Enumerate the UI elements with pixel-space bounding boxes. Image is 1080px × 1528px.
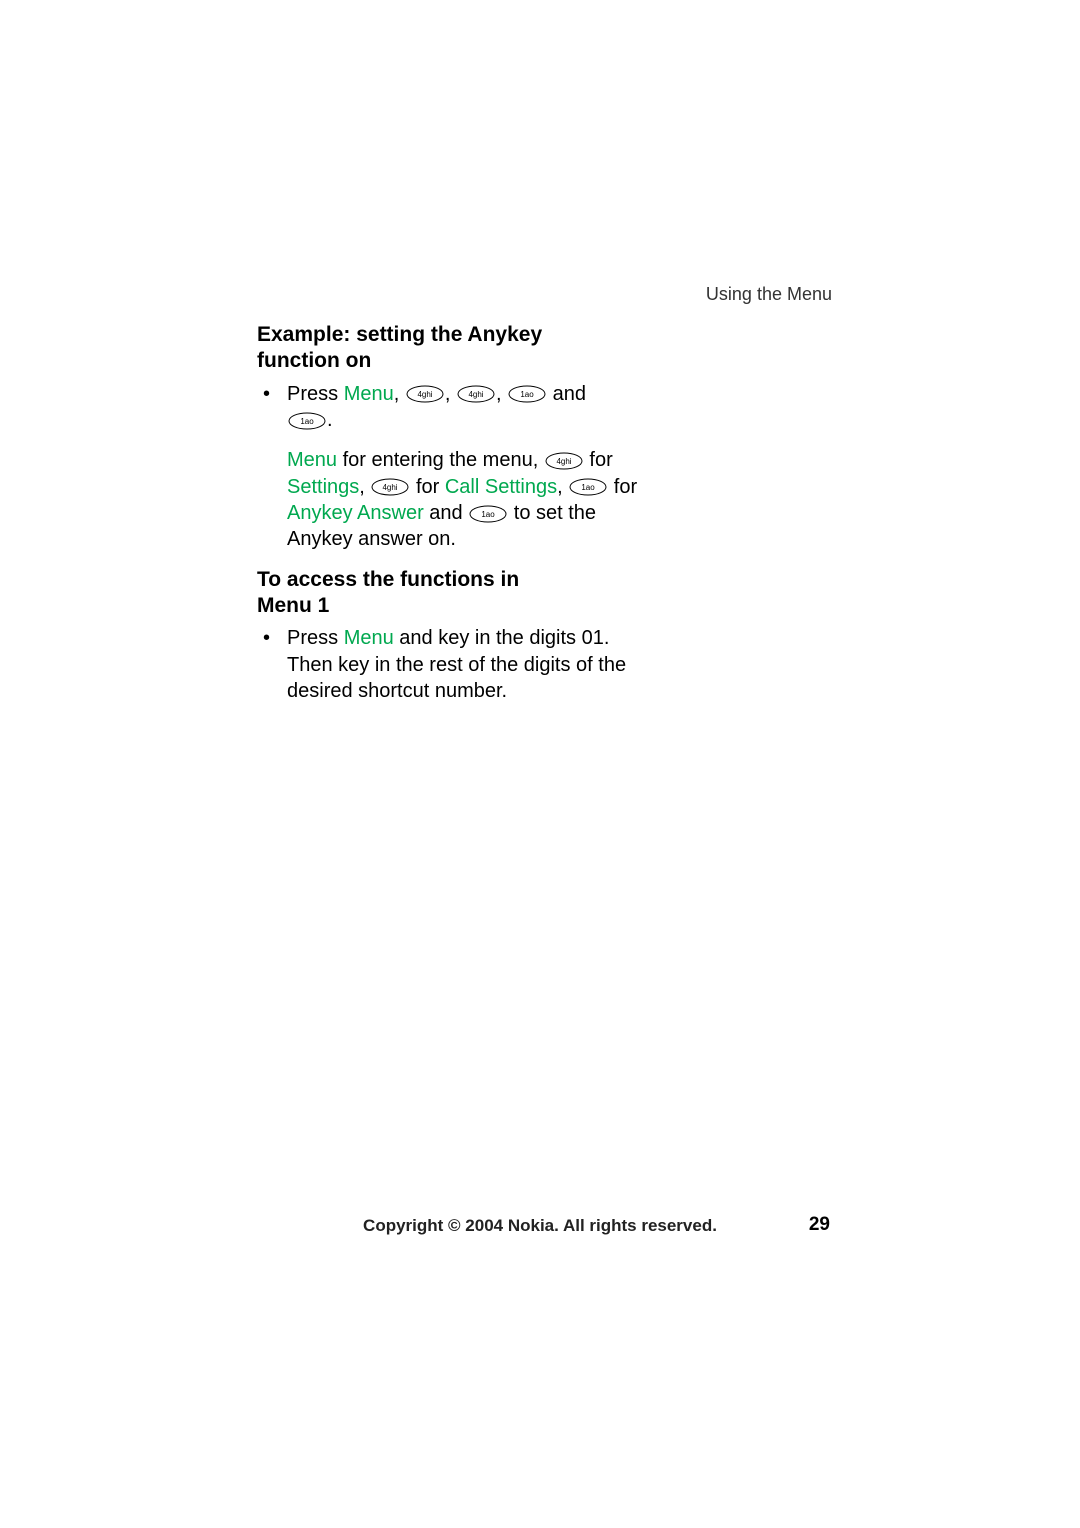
footer-copyright: Copyright © 2004 Nokia. All rights reser…: [0, 1216, 1080, 1236]
example-bullet-item: Press Menu, 4ghi, 4ghi, 1ao and 1ao.: [257, 381, 647, 434]
menu-label: Menu: [344, 383, 394, 405]
key-1-icon: 1ao: [288, 413, 326, 429]
key-4-icon: 4ghi: [371, 479, 409, 495]
access-bullet-list: Press Menu and key in the digits 01. The…: [257, 625, 647, 704]
access-heading-line2: Menu 1: [257, 594, 329, 617]
text-t6: for: [608, 476, 637, 498]
svg-text:1ao: 1ao: [300, 417, 314, 426]
svg-text:4ghi: 4ghi: [417, 390, 432, 399]
example-heading-line2: function on: [257, 349, 371, 372]
content-column: Example: setting the Anykey function on …: [257, 322, 647, 713]
key-4-icon: 4ghi: [406, 386, 444, 402]
page: Using the Menu Example: setting the Anyk…: [0, 0, 1080, 1528]
key-1-icon: 1ao: [569, 479, 607, 495]
settings-label: Settings: [287, 476, 359, 498]
svg-text:1ao: 1ao: [520, 390, 534, 399]
menu-label: Menu: [287, 449, 337, 471]
text-sep3: ,: [496, 383, 507, 405]
svg-text:4ghi: 4ghi: [468, 390, 483, 399]
key-4-icon: 4ghi: [545, 453, 583, 469]
header-section-title: Using the Menu: [706, 284, 832, 305]
call-settings-label: Call Settings: [445, 476, 557, 498]
access-bullet-item: Press Menu and key in the digits 01. The…: [257, 625, 647, 704]
text-press: Press: [287, 383, 344, 405]
text-t2: for: [589, 449, 612, 471]
key-4-icon: 4ghi: [457, 386, 495, 402]
access-heading-line1: To access the functions in: [257, 568, 519, 591]
text-period: .: [327, 409, 333, 431]
svg-text:4ghi: 4ghi: [383, 483, 398, 492]
menu-label: Menu: [344, 627, 394, 649]
svg-text:1ao: 1ao: [482, 510, 496, 519]
explanation-block: Menu for entering the menu, 4ghi for Set…: [257, 447, 647, 553]
text-and: and: [547, 383, 586, 405]
text-t7: and: [424, 502, 468, 524]
svg-text:1ao: 1ao: [582, 483, 596, 492]
text-t5: ,: [557, 476, 568, 498]
key-1-icon: 1ao: [508, 386, 546, 402]
text-press2: Press: [287, 627, 344, 649]
access-heading: To access the functions in Menu 1: [257, 567, 647, 620]
example-heading-line1: Example: setting the Anykey: [257, 323, 542, 346]
text-t1: for entering the menu,: [337, 449, 544, 471]
text-t3: ,: [359, 476, 370, 498]
text-sep2: ,: [445, 383, 456, 405]
anykey-answer-label: Anykey Answer: [287, 502, 424, 524]
text-sep1: ,: [394, 383, 405, 405]
example-bullet-list: Press Menu, 4ghi, 4ghi, 1ao and 1ao.: [257, 381, 647, 434]
page-number: 29: [809, 1214, 830, 1236]
svg-text:4ghi: 4ghi: [556, 457, 571, 466]
text-t4: for: [410, 476, 444, 498]
example-heading: Example: setting the Anykey function on: [257, 322, 647, 375]
key-1-icon: 1ao: [469, 506, 507, 522]
